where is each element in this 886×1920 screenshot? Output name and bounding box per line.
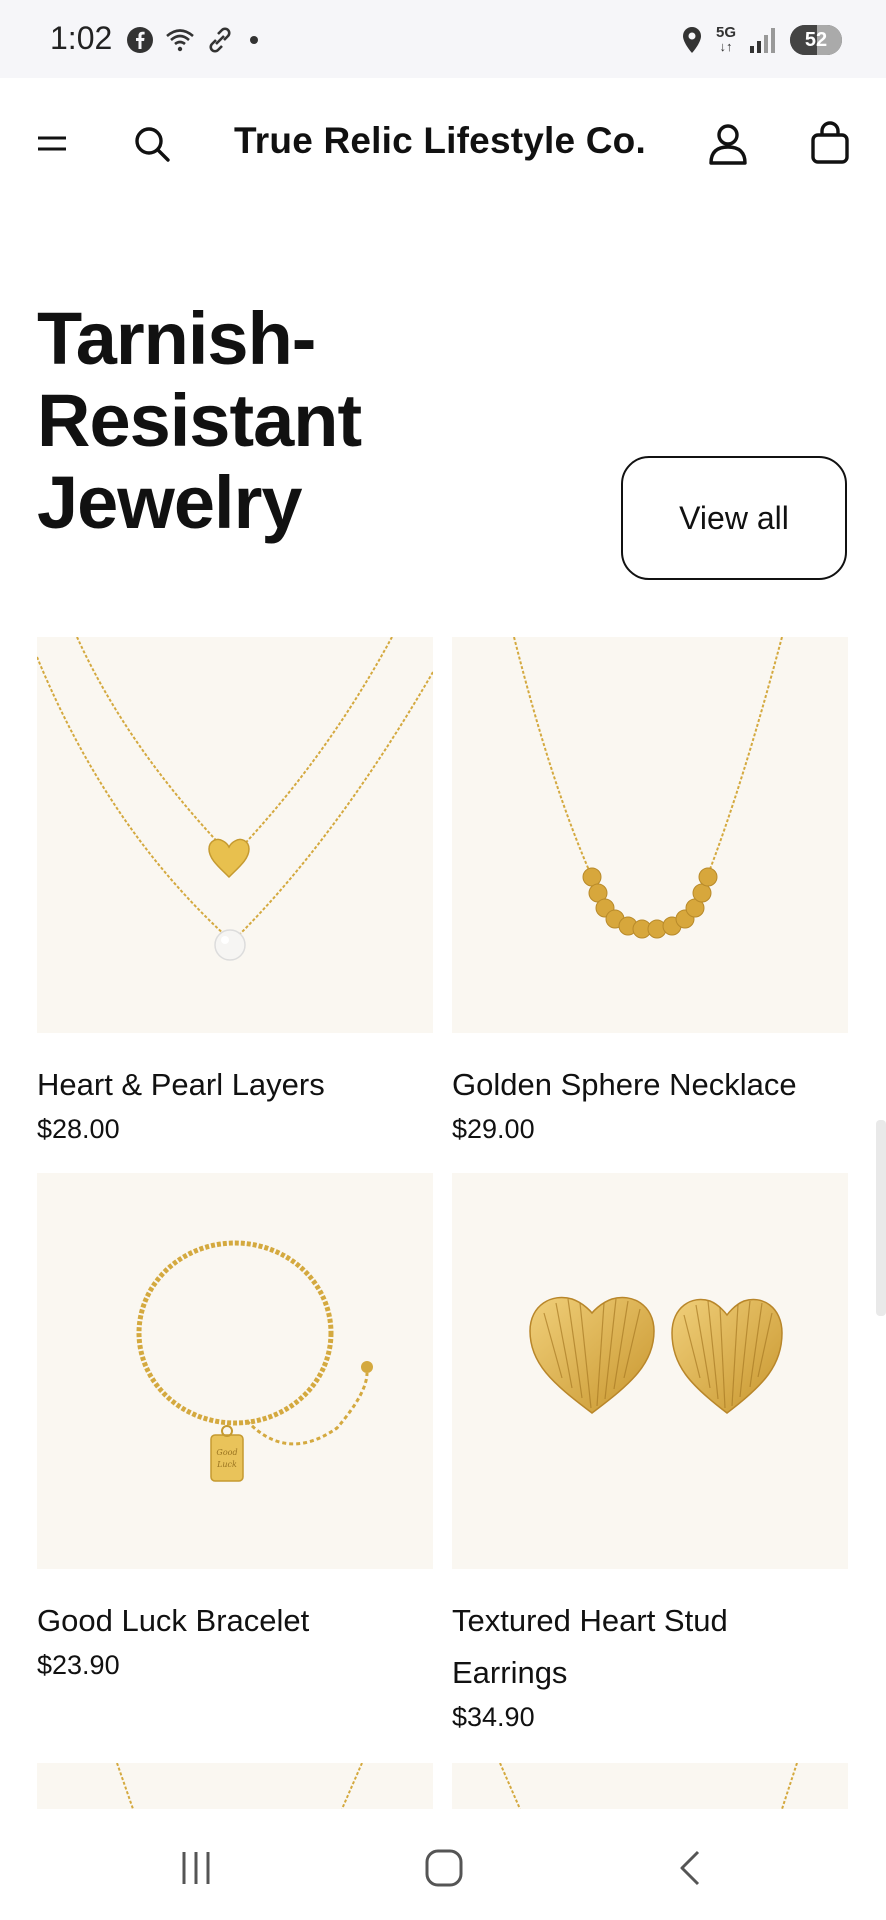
back-icon [680, 1850, 700, 1886]
view-all-button[interactable]: View all [621, 456, 847, 580]
menu-icon [38, 136, 66, 151]
site-header: True Relic Lifestyle Co. [0, 78, 886, 210]
product-name[interactable]: Golden Sphere Necklace [452, 1059, 848, 1111]
status-icons-left [126, 22, 264, 58]
recents-button[interactable] [166, 1838, 226, 1898]
necklace-image-partial [499, 1763, 798, 1809]
search-button[interactable] [126, 118, 178, 170]
product-image-partial[interactable] [452, 1763, 848, 1809]
location-icon [682, 27, 701, 53]
signal-icon [750, 28, 775, 53]
battery-indicator: 52 [790, 25, 842, 55]
product-price: $34.90 [452, 1702, 535, 1732]
section-title: Tarnish-Resistant Jewelry [37, 297, 362, 544]
link-icon [209, 27, 231, 53]
status-time: 1:02 [50, 20, 113, 56]
product-name[interactable]: Heart & Pearl Layers [37, 1059, 433, 1111]
system-nav-bar [0, 1810, 886, 1920]
account-button[interactable] [702, 118, 754, 170]
home-icon [425, 1849, 463, 1887]
account-icon [709, 124, 747, 165]
scrollbar-thumb[interactable] [876, 1120, 886, 1316]
product-image-partial[interactable] [37, 1763, 433, 1809]
facebook-icon [127, 27, 153, 53]
product-price: $29.00 [452, 1114, 535, 1144]
product-price: $23.90 [37, 1650, 120, 1680]
product-image[interactable] [452, 1173, 848, 1569]
data-arrows: ↓↑ [719, 39, 733, 54]
dot-icon [250, 36, 258, 44]
network-type: 5G [715, 24, 736, 41]
home-button[interactable] [414, 1838, 474, 1898]
menu-button[interactable] [26, 118, 78, 170]
cart-button[interactable] [804, 118, 856, 170]
status-icons-right: 5G ↓↑ 52 [680, 22, 842, 58]
product-card[interactable]: Heart & Pearl Layers $28.00 [37, 637, 433, 1147]
product-name[interactable]: Textured Heart Stud Earrings [452, 1595, 752, 1699]
5g-icon: 5G ↓↑ [715, 24, 736, 54]
recents-icon [182, 1852, 210, 1884]
product-card[interactable]: Good Luck Good Luck Bracelet $23.90 [37, 1173, 433, 1683]
svg-text:Good: Good [216, 1448, 237, 1457]
svg-text:Luck: Luck [216, 1460, 237, 1469]
battery-level: 52 [804, 28, 828, 51]
wifi-question-icon [166, 29, 194, 52]
back-button[interactable] [662, 1838, 722, 1898]
good-luck-bracelet-image: Good Luck [136, 1240, 373, 1482]
heart-pearl-necklace-image [37, 637, 433, 961]
product-image[interactable]: Good Luck [37, 1173, 433, 1569]
product-card[interactable]: Textured Heart Stud Earrings $34.90 [452, 1173, 848, 1735]
golden-sphere-necklace-image [513, 637, 783, 939]
search-icon [135, 127, 170, 162]
product-image[interactable] [37, 637, 433, 1033]
product-name[interactable]: Good Luck Bracelet [37, 1595, 433, 1647]
product-price: $28.00 [37, 1114, 120, 1144]
product-card[interactable]: Golden Sphere Necklace $29.00 [452, 637, 848, 1147]
product-image[interactable] [452, 637, 848, 1033]
textured-heart-earrings-image [529, 1296, 783, 1414]
brand-name[interactable]: True Relic Lifestyle Co. [230, 120, 650, 162]
bag-icon [811, 121, 849, 164]
necklace-image-partial [116, 1763, 363, 1809]
status-bar: 1:02 5G ↓↑ 52 [0, 0, 886, 78]
